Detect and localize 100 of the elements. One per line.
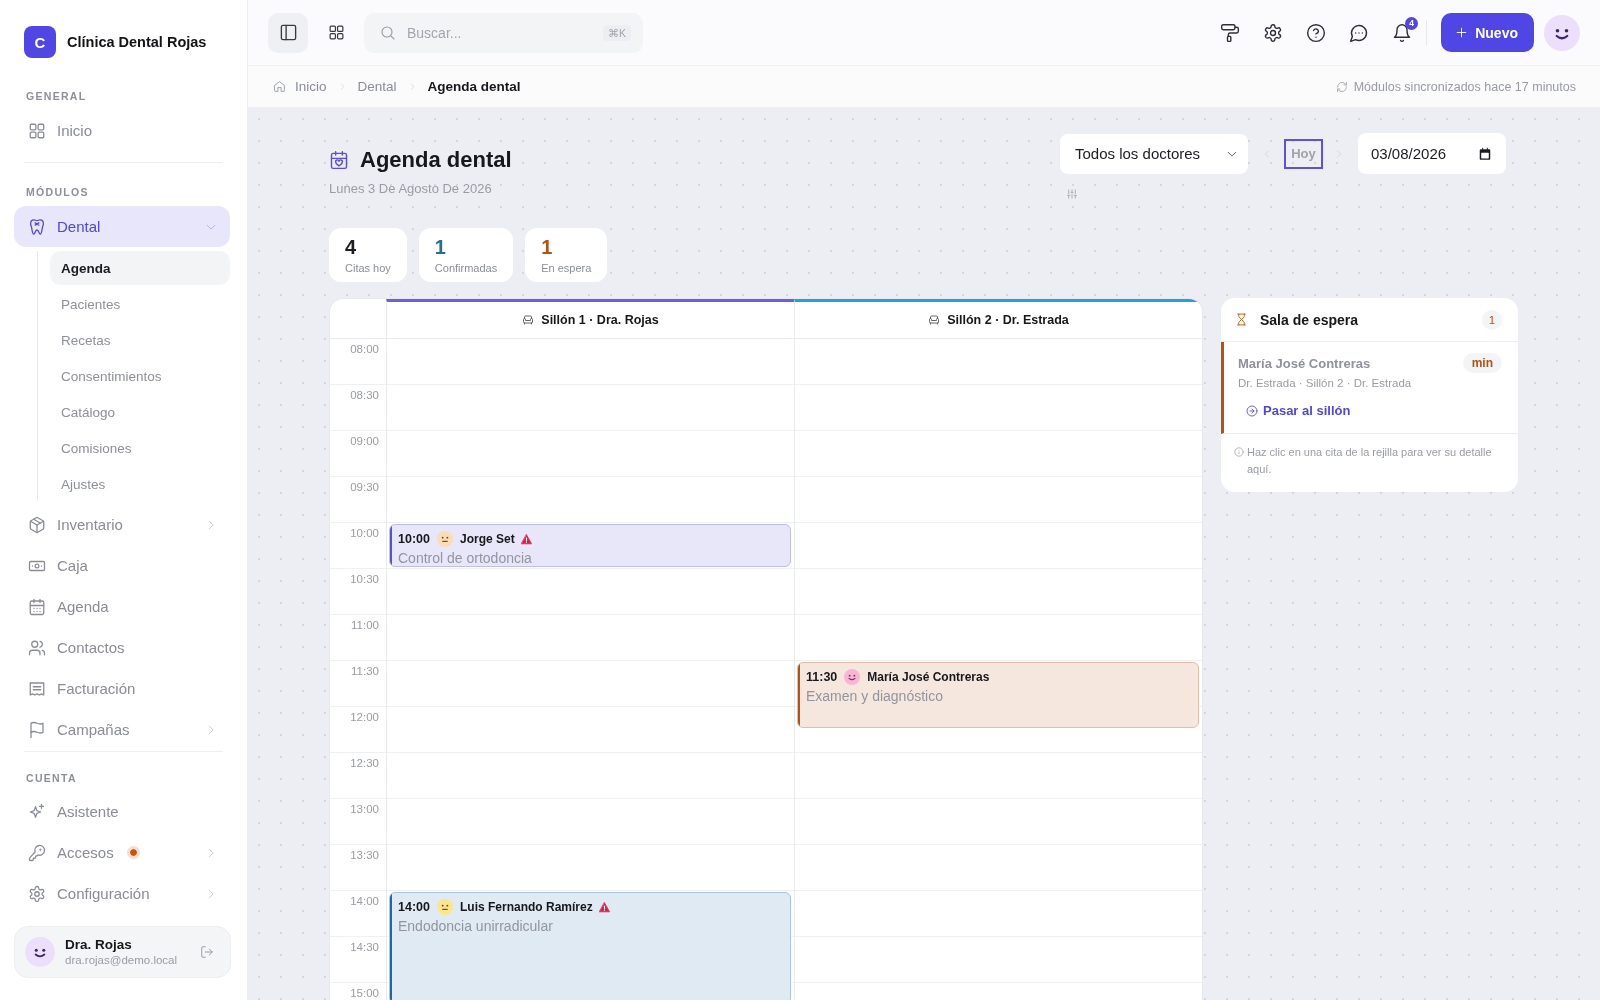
nav-item[interactable]: Asistente — [14, 791, 230, 832]
time-label: 08:30 — [350, 389, 379, 402]
patient-name: María José Contreras — [867, 670, 990, 684]
page-subtitle: Lunes 3 De Agosto De 2026 — [329, 181, 493, 197]
notification-badge: 4 — [1405, 16, 1419, 30]
panel-icon — [278, 23, 298, 42]
page-title: Agenda dental — [360, 146, 512, 174]
panel-title: Sala de espera — [1260, 311, 1359, 328]
user-name: Dra. Rojas — [65, 936, 133, 953]
time-label: 14:00 — [350, 895, 379, 908]
nav-item[interactable]: Configuración — [14, 873, 230, 914]
nav-item[interactable]: Caja — [14, 545, 230, 586]
user-card[interactable]: Dra. Rojas dra.rojas@demo.local — [14, 926, 231, 978]
time-label: 13:00 — [350, 803, 379, 816]
time-label: 12:00 — [350, 711, 379, 724]
nav-item[interactable]: Contactos — [14, 627, 230, 668]
appointment-details: Dr. Estrada · Sillón 2 · Dr. Estrada — [1238, 376, 1413, 391]
breadcrumb-link[interactable]: Dental — [357, 79, 397, 94]
time-label: 15:00 — [350, 987, 379, 1000]
count-badge: 1 — [1482, 309, 1502, 330]
nav-subitem[interactable]: Ajustes — [50, 467, 230, 501]
nav-item[interactable]: Inicio — [14, 110, 230, 151]
tooth-icon — [28, 217, 46, 236]
time-label: 10:30 — [350, 573, 379, 586]
paint-roller-icon[interactable] — [1220, 22, 1241, 43]
armchair-icon — [928, 314, 941, 326]
time-label: 11:30 — [351, 665, 379, 678]
nav-subitem[interactable]: Consentimientos — [50, 359, 230, 393]
grid-icon[interactable] — [328, 24, 345, 41]
chat-icon[interactable] — [1349, 22, 1370, 43]
sparkle-icon — [28, 802, 46, 821]
sidebar-toggle-button[interactable] — [268, 12, 308, 53]
patient-name: Jorge Set — [460, 532, 515, 546]
sliders-icon[interactable] — [1067, 189, 1077, 199]
search-icon — [380, 24, 396, 41]
section-heading: GENERAL — [26, 89, 87, 103]
arrow-circle-icon — [1246, 404, 1258, 417]
patient-name: Luis Fernando Ramírez — [460, 900, 593, 914]
settings-icon — [28, 884, 46, 903]
key-icon — [28, 843, 46, 862]
info-icon — [1234, 446, 1244, 457]
nav-item[interactable]: Facturación — [14, 668, 230, 709]
hint-text: Haz clic en una cita de la rejilla para ver su detalle aquí. — [1247, 444, 1493, 477]
date-field[interactable]: 03/08/2026 — [1358, 133, 1506, 174]
time-label: 09:30 — [350, 481, 379, 494]
flag-icon — [28, 720, 46, 739]
sync-status: Módulos sincronizados hace 17 minutos — [1353, 79, 1576, 94]
treatment-name: Examen y diagnóstico — [806, 687, 944, 705]
grid-icon — [28, 121, 46, 140]
stat-value: 1 — [434, 235, 446, 259]
nav-item[interactable]: Inventario — [14, 504, 230, 545]
avatar-icon — [25, 937, 55, 967]
nav-subitem[interactable]: Catálogo — [50, 395, 230, 429]
refresh-icon — [1335, 80, 1348, 93]
breadcrumb-link[interactable]: Inicio — [295, 79, 327, 94]
section-heading: CUENTA — [26, 771, 77, 785]
plus-icon — [1455, 26, 1469, 39]
avatar-icon[interactable] — [1544, 14, 1580, 51]
nav-item[interactable]: Agenda — [14, 586, 230, 627]
receipt-icon — [28, 679, 46, 698]
appointment-card[interactable]: 14:00 Luis Fernando Ramírez Endodoncia unirradicular — [389, 892, 791, 1000]
today-button[interactable]: Hoy — [1284, 138, 1323, 169]
clinic-name: Clínica Dental Rojas — [67, 34, 207, 50]
treatment-name: Endodoncia unirradicular — [398, 917, 554, 935]
move-to-chair-link[interactable]: Pasar al sillón — [1246, 403, 1351, 418]
stat-value: 4 — [345, 235, 357, 259]
breadcrumb-current: Agenda dental — [427, 79, 521, 94]
nav-subitem[interactable]: Pacientes — [50, 287, 230, 321]
calendar-icon[interactable] — [1478, 146, 1492, 161]
nav-item[interactable]: Campañas — [14, 709, 230, 750]
section-heading: MÓDULOS — [26, 185, 89, 199]
nav-subitem[interactable]: Comisiones — [50, 431, 230, 465]
time-label: 14:30 — [350, 941, 379, 954]
stat-label: Confirmadas — [434, 261, 498, 275]
appointment-card[interactable]: 11:30 María José Contreras Examen y diagnóstico — [797, 662, 1199, 728]
stat-label: Citas hoy — [345, 261, 391, 275]
time-label: 12:30 — [350, 757, 379, 770]
nav-item[interactable]: Accesos — [14, 832, 230, 873]
time-label: 08:00 — [350, 343, 379, 356]
appointment-time: 11:30 — [806, 670, 838, 684]
logo: C — [24, 26, 56, 58]
nav-subitem[interactable]: Agenda — [50, 251, 230, 285]
appointment-card[interactable]: 10:00 Jorge Set Control de ortodoncia — [389, 524, 791, 567]
doctor-select[interactable]: Todos los doctores — [1060, 133, 1248, 174]
nav-subitem[interactable]: Recetas — [50, 323, 230, 357]
time-label: 11:00 — [351, 619, 379, 632]
stat-value: 1 — [541, 235, 553, 259]
wait-time-badge: min — [1462, 353, 1502, 373]
hourglass-icon — [1235, 313, 1248, 326]
settings-icon[interactable] — [1263, 22, 1284, 43]
help-icon[interactable] — [1306, 22, 1327, 43]
time-label: 13:30 — [350, 849, 379, 862]
notifications-icon[interactable] — [1392, 22, 1413, 43]
calendar-icon — [28, 597, 46, 616]
patient-name: María José Contreras — [1238, 355, 1371, 371]
nav-item[interactable]: Dental — [14, 206, 230, 247]
new-button[interactable]: Nuevo — [1441, 13, 1534, 52]
stat-label: En espera — [541, 261, 592, 275]
time-label: 09:00 — [350, 435, 379, 448]
people-icon — [28, 638, 46, 657]
